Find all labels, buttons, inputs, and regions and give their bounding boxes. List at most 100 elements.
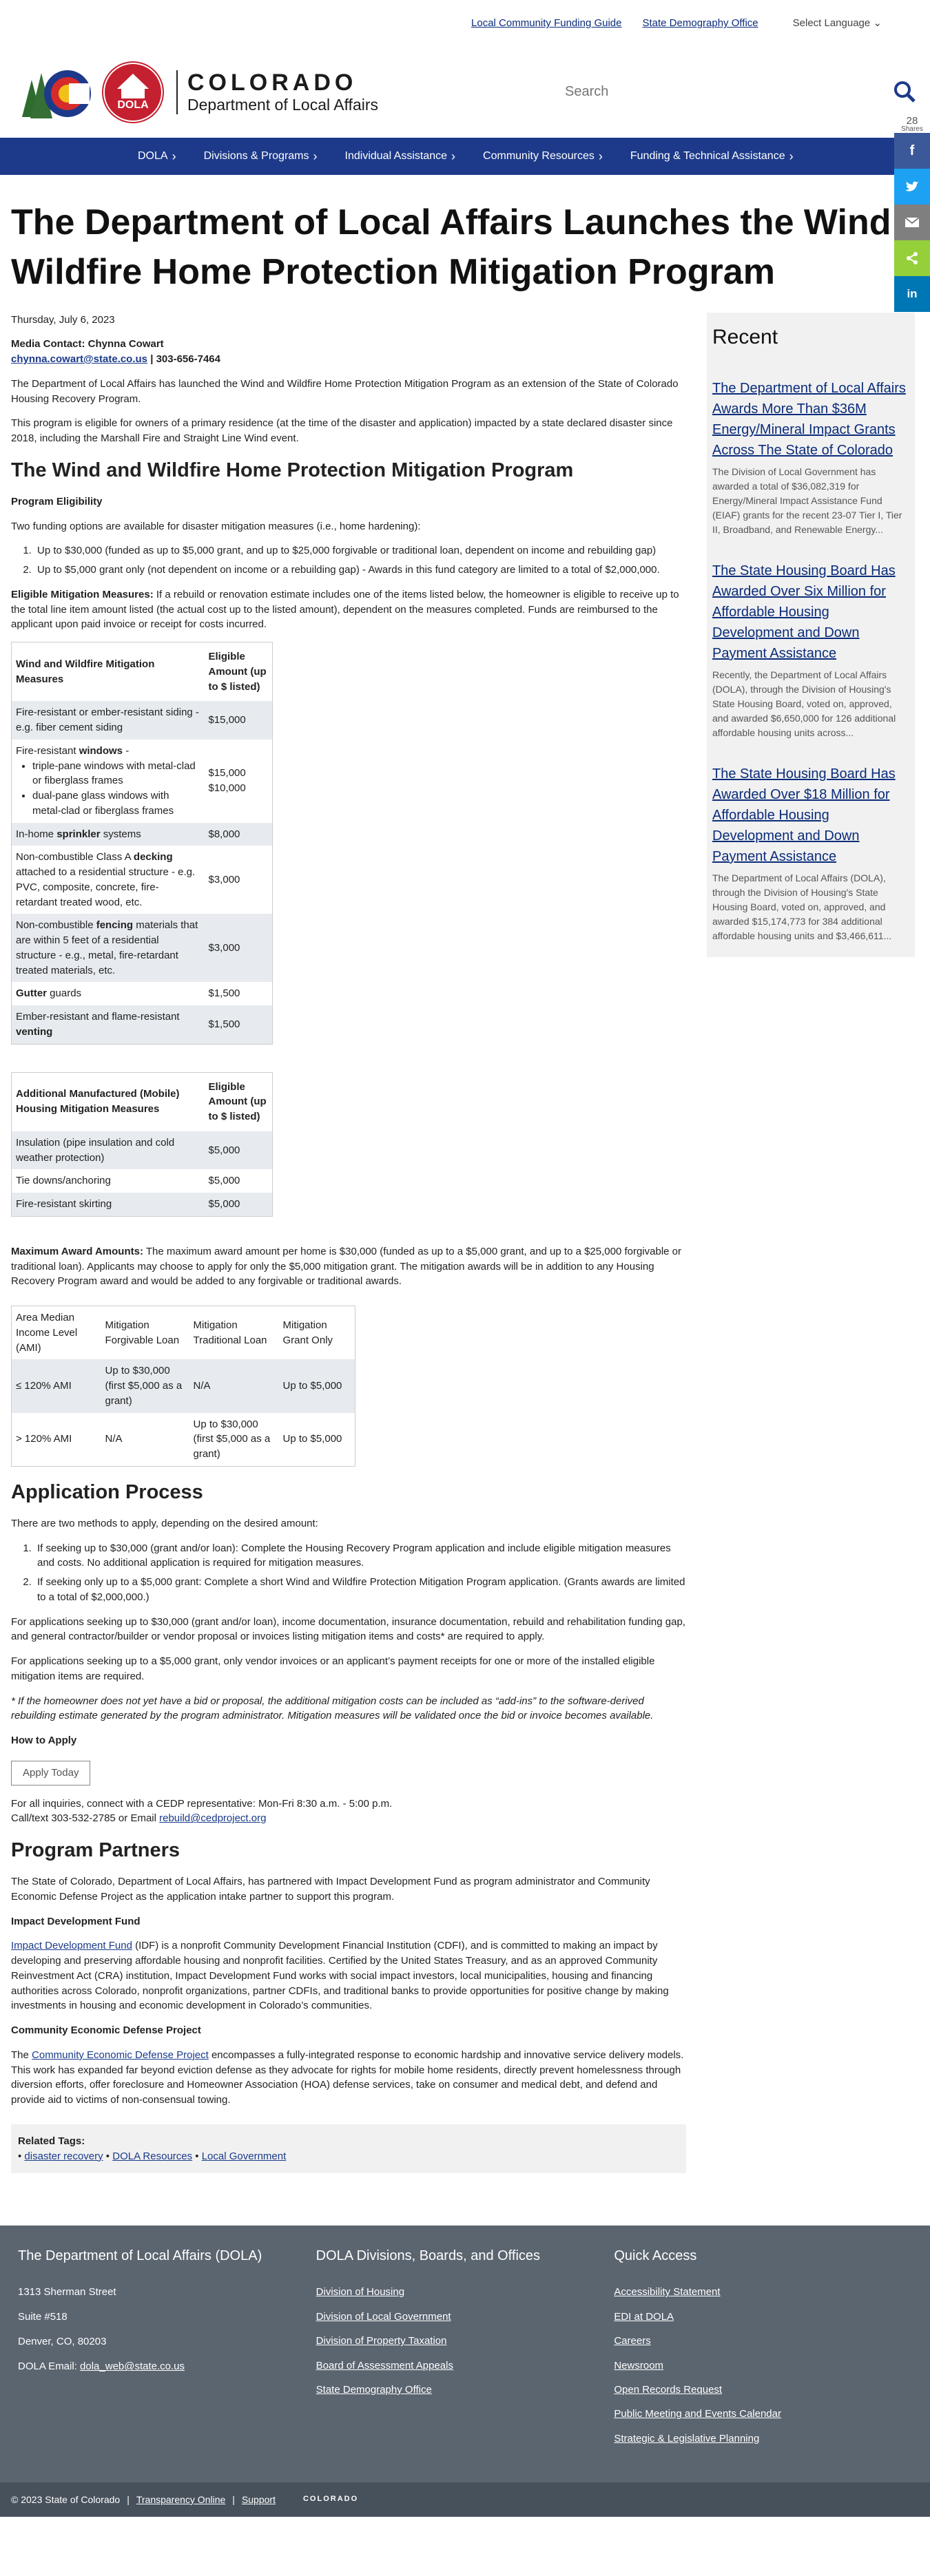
cell-text: Ember-resistant and flame-resistant [16, 1011, 180, 1023]
nav-item-funding[interactable]: Funding & Technical Assistance › [630, 147, 794, 165]
table-row: Fire-resistant windows - triple-pane win… [12, 740, 273, 823]
table-row: Fire-resistant or ember-resistant siding… [11, 701, 273, 740]
footer-link[interactable]: Careers [614, 2329, 912, 2353]
cedp-link[interactable]: Community Economic Defense Project [32, 2049, 209, 2061]
share-icon [907, 252, 918, 264]
table-cell: $5,000 [204, 1131, 273, 1170]
footer-link[interactable]: Strategic & Legislative Planning [614, 2427, 912, 2451]
nav-label: Community Resources [483, 150, 595, 163]
search-icon[interactable] [893, 80, 916, 103]
twitter-share-button[interactable] [894, 169, 930, 205]
colorado-logo[interactable] [18, 59, 99, 125]
share-count-label: Shares [901, 125, 923, 133]
nav-item-divisions[interactable]: Divisions & Programs › [204, 147, 318, 165]
table-cell: $1,500 [208, 987, 240, 1000]
footer-link[interactable]: EDI at DOLA [614, 2305, 912, 2329]
footer-link[interactable]: Division of Housing [316, 2280, 614, 2304]
footer-logo: COLORADO [302, 2495, 359, 2504]
chevron-right-icon: › [789, 149, 794, 163]
utility-bar: Local Community Funding Guide State Demo… [0, 0, 930, 47]
tag-link[interactable]: Local Government [202, 2150, 287, 2162]
local-community-funding-guide-link[interactable]: Local Community Funding Guide [471, 16, 621, 31]
email-share-button[interactable] [894, 205, 930, 240]
windows-list: triple-pane windows with metal-clad or f… [32, 759, 200, 819]
support-link[interactable]: Support [242, 2493, 276, 2506]
funding-options-list: Up to $30,000 (funded as up to $5,000 gr… [34, 543, 686, 578]
table-header: Wind and Wildfire Mitigation Measures [16, 658, 155, 685]
footer-link[interactable]: Division of Property Taxation [316, 2329, 614, 2353]
title-line-2: Wildfire Home Protection Mitigation Prog… [11, 251, 775, 292]
table-cell: N/A [105, 1433, 123, 1445]
tag-link[interactable]: disaster recovery [24, 2150, 103, 2162]
idf-link[interactable]: Impact Development Fund [11, 1940, 132, 1951]
main-navigation: DOLA › Divisions & Programs › Individual A… [0, 138, 930, 175]
transparency-link[interactable]: Transparency Online [136, 2493, 225, 2506]
table-cell: Fire-resistant windows - triple-pane win… [12, 740, 205, 823]
inquiries-text: For all inquiries, connect with a CEDP r… [11, 1797, 393, 1810]
nav-item-community-resources[interactable]: Community Resources › [483, 147, 603, 165]
footer-link[interactable]: Division of Local Government [316, 2305, 614, 2329]
manufactured-housing-table: Additional Manufactured (Mobile) Housing… [11, 1071, 273, 1217]
list-item: Up to $30,000 (funded as up to $5,000 gr… [34, 543, 686, 558]
nav-item-dola[interactable]: DOLA › [138, 147, 176, 165]
footer-link[interactable]: State Demography Office [316, 2378, 614, 2402]
table-cell: $1,500 [204, 1005, 273, 1045]
idf-paragraph: Impact Development Fund (IDF) is a nonpr… [11, 1938, 686, 2013]
footer-heading: The Department of Local Affairs (DOLA) [18, 2248, 262, 2264]
table-cell: $15,000 [204, 701, 273, 740]
cell-bold: Gutter [16, 987, 47, 1000]
max-award-paragraph: Maximum Award Amounts: The maximum award… [11, 1244, 686, 1289]
linkedin-share-button[interactable]: in [894, 276, 930, 312]
tags-label: Related Tags: [18, 2135, 85, 2147]
state-demography-office-link[interactable]: State Demography Office [642, 16, 758, 31]
process-note: * If the homeowner does not yet have a b… [11, 1695, 654, 1722]
cedp-heading: Community Economic Defense Project [11, 2024, 201, 2037]
apply-today-button[interactable]: Apply Today [11, 1760, 91, 1786]
rebuild-email-link[interactable]: rebuild@cedproject.org [159, 1812, 266, 1824]
footer-link[interactable]: Board of Assessment Appeals [316, 2354, 614, 2378]
chevron-right-icon: › [598, 149, 603, 163]
partners-intro: The State of Colorado, Department of Loc… [11, 1876, 650, 1903]
eligibility-heading: Program Eligibility [11, 495, 103, 507]
bottom-bar: © 2023 State of Colorado | Transparency … [0, 2482, 930, 2517]
table-header: Mitigation Forgivable Loan [105, 1319, 180, 1346]
table-row: Non-combustible Class A decking attached… [12, 846, 273, 914]
table-cell: ≤ 120% AMI [11, 1359, 101, 1413]
share-bar: 28 Shares f in [894, 116, 930, 312]
chevron-right-icon: › [451, 149, 456, 163]
dola-logo-text: DOLA [117, 99, 149, 112]
nav-item-individual-assistance[interactable]: Individual Assistance › [345, 147, 456, 165]
footer-email-link[interactable]: dola_web@state.co.us [80, 2360, 185, 2372]
cell-bold: venting [16, 1025, 53, 1038]
nav-label: Individual Assistance [344, 150, 448, 163]
recent-post-link[interactable]: The State Housing Board Has Awarded Over… [712, 766, 896, 864]
table-cell: $5,000 [204, 1193, 273, 1217]
language-select[interactable]: Select Language [793, 16, 882, 31]
footer-link[interactable]: Open Records Request [614, 2378, 912, 2402]
search-input[interactable] [558, 76, 861, 107]
process-paragraph-1: For applications seeking up to $30,000 (… [11, 1615, 685, 1643]
nav-label: Funding & Technical Assistance [630, 150, 785, 163]
site-footer: The Department of Local Affairs (DOLA) 1… [0, 2226, 930, 2483]
list-item: If seeking only up to a $5,000 grant: Co… [34, 1575, 686, 1605]
footer-link[interactable]: Accessibility Statement [614, 2280, 912, 2304]
dola-logo[interactable]: DOLA [102, 61, 164, 123]
footer-link[interactable]: Public Meeting and Events Calendar [614, 2402, 912, 2426]
sharethis-button[interactable] [894, 240, 930, 276]
cell-value: $10,000 [208, 782, 246, 795]
contact-email-link[interactable]: chynna.cowart@state.co.us [11, 353, 147, 365]
recent-post-link[interactable]: The State Housing Board Has Awarded Over… [712, 563, 896, 661]
recent-post-link[interactable]: The Department of Local Affairs Awards M… [712, 381, 906, 458]
table-cell: $5,000 [208, 1175, 240, 1187]
footer-email-label: DOLA Email: [18, 2360, 81, 2373]
tag-link[interactable]: DOLA Resources [112, 2150, 192, 2162]
facebook-share-button[interactable]: f [894, 133, 930, 169]
footer-email-line: DOLA Email: dola_web@state.co.us [18, 2354, 316, 2379]
table-header: Mitigation Grant Only [282, 1319, 333, 1346]
funding-intro: Two funding options are available for di… [11, 520, 421, 532]
table-cell: Insulation (pipe insulation and cold wea… [11, 1131, 205, 1170]
footer-link[interactable]: Newsroom [614, 2354, 912, 2378]
nav-label: Divisions & Programs [203, 150, 309, 163]
process-list: If seeking up to $30,000 (grant and/or l… [34, 1541, 686, 1605]
list-item: dual-pane glass windows with metal-clad … [32, 788, 200, 819]
